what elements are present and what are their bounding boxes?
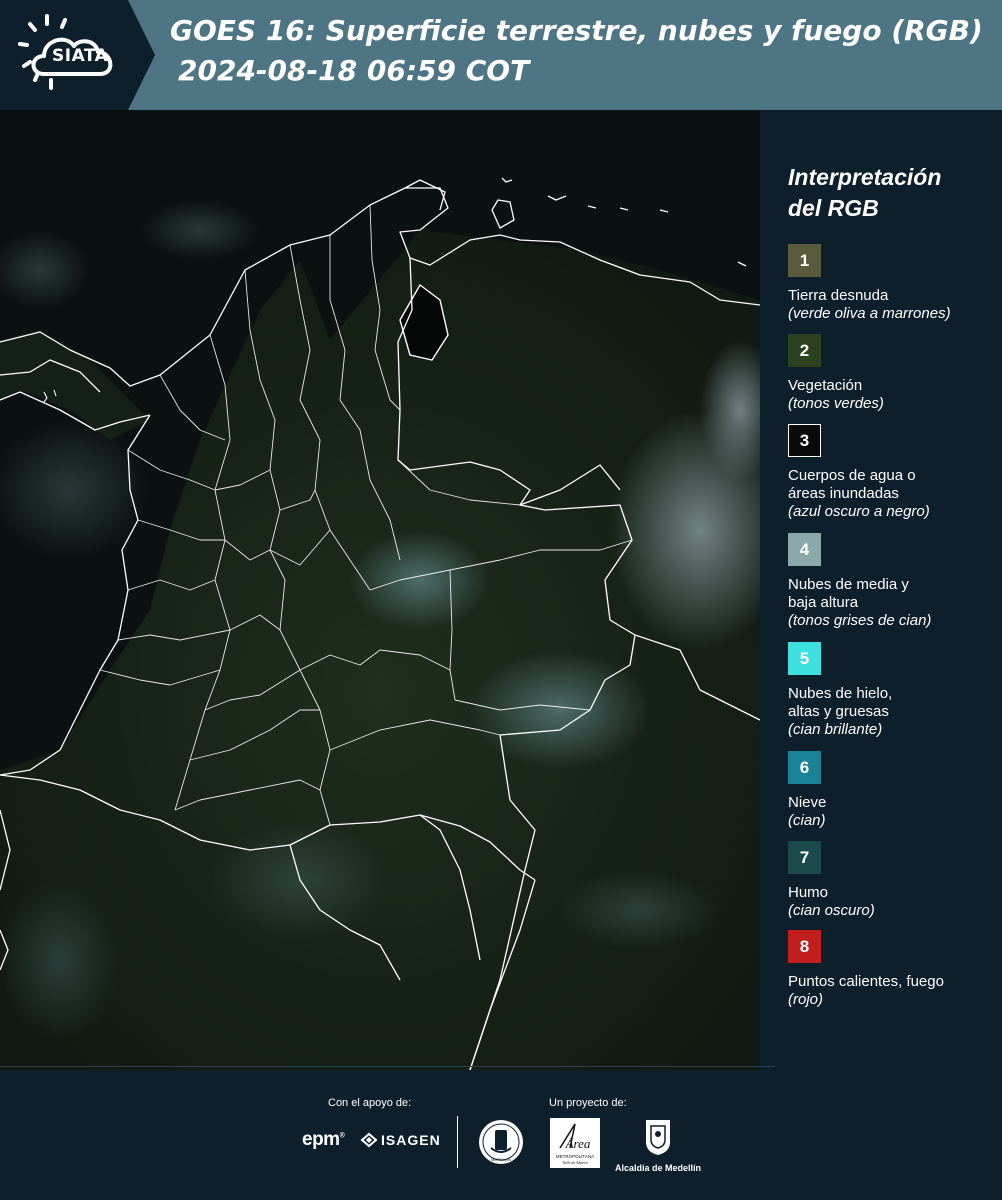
satellite-image (0, 110, 760, 1070)
legend-item-label: Puntos calientes, fuego (788, 973, 944, 990)
legend-item-note: (cian) (788, 812, 826, 829)
area-logo-text: Área (565, 1136, 591, 1151)
timestamp: 2024-08-18 06:59 COT (178, 54, 530, 87)
seal-text: MEDELLÍN (491, 1157, 511, 1162)
legend-item-snow: 6 Nieve (cian) (788, 751, 993, 830)
page-title: GOES 16: Superficie terrestre, nubes y f… (170, 14, 983, 47)
legend-swatch-2: 2 (788, 334, 821, 367)
siata-logo: SIATA (0, 0, 155, 110)
legend-item-note: (cian brillante) (788, 721, 883, 738)
legend-item-vegetation: 2 Vegetación (tonos verdes) (788, 334, 993, 413)
area-metropolitana-logo: Área METROPOLITANA Valle de Aburrá (550, 1118, 600, 1168)
legend-swatch-8: 8 (788, 930, 821, 963)
alcaldia-logo-text: Alcaldía de Medellín (614, 1163, 702, 1173)
support-label: Con el apoyo de: (328, 1097, 412, 1109)
header-bar: SIATA GOES 16: Superficie terrestre, nub… (0, 0, 1002, 110)
legend-item-label: Nubes de media y baja altura (788, 576, 909, 611)
satellite-map (0, 110, 760, 1070)
alcaldia-medellin-logo: Alcaldía de Medellín (608, 1118, 708, 1173)
area-metropolitana-icon: Área METROPOLITANA Valle de Aburrá (556, 1123, 594, 1165)
legend-swatch-4: 4 (788, 533, 821, 566)
medellin-seal-icon: MEDELLÍN (479, 1120, 523, 1164)
legend-swatch-5: 5 (788, 642, 821, 675)
epm-logo: epm® (302, 1129, 345, 1150)
legend-swatch-7: 7 (788, 841, 821, 874)
legend-item-note: (rojo) (788, 991, 824, 1008)
footer-divider-line (0, 1066, 775, 1067)
footer-vertical-divider (457, 1116, 458, 1168)
area-logo-subtext2: Valle de Aburrá (562, 1160, 587, 1165)
legend-swatch-6: 6 (788, 751, 821, 784)
epm-logo-text: epm (302, 1129, 340, 1150)
legend-item-water: 3 Cuerpos de agua o áreas inundadas (azu… (788, 424, 993, 521)
legend-item-label: Vegetación (788, 377, 863, 394)
legend-item-hotspots: 8 Puntos calientes, fuego (rojo) (788, 930, 993, 1009)
alcaldia-shield-icon (646, 1120, 670, 1155)
isagen-icon (360, 1132, 378, 1148)
legend-item-note: (verde oliva a marrones) (788, 305, 951, 322)
legend-title-line1: Interpretación (788, 164, 942, 190)
rgb-legend: Interpretación del RGB 1 Tierra desnuda … (760, 110, 1002, 1070)
legend-item-smoke: 7 Humo (cian oscuro) (788, 841, 993, 920)
isagen-logo-text: ISAGEN (381, 1132, 441, 1148)
logo-text: SIATA (52, 46, 109, 66)
legend-item-bare-soil: 1 Tierra desnuda (verde oliva a marrones… (788, 244, 993, 323)
legend-item-note: (cian oscuro) (788, 902, 875, 919)
legend-item-note: (tonos grises de cian) (788, 612, 932, 629)
legend-item-label: Nieve (788, 794, 827, 811)
legend-item-ice-clouds: 5 Nubes de hielo, altas y gruesas (cian … (788, 642, 993, 739)
isagen-logo: ISAGEN (360, 1132, 441, 1148)
project-label: Un proyecto de: (549, 1097, 627, 1109)
legend-swatch-3: 3 (788, 424, 821, 457)
legend-item-mid-low-clouds: 4 Nubes de media y baja altura (tonos gr… (788, 533, 993, 630)
legend-item-note: (tonos verdes) (788, 395, 884, 412)
legend-item-label: Tierra desnuda (788, 287, 889, 304)
area-logo-subtext: METROPOLITANA (556, 1154, 594, 1159)
legend-swatch-1: 1 (788, 244, 821, 277)
legend-item-label: Humo (788, 884, 829, 901)
legend-title-line2: del RGB (788, 195, 879, 221)
legend-title: Interpretación del RGB (788, 162, 988, 224)
legend-item-label: Cuerpos de agua o áreas inundadas (788, 467, 916, 502)
legend-item-label: Nubes de hielo, altas y gruesas (788, 685, 893, 720)
footer: Con el apoyo de: Un proyecto de: epm® IS… (0, 1070, 1002, 1200)
legend-item-note: (azul oscuro a negro) (788, 503, 930, 520)
